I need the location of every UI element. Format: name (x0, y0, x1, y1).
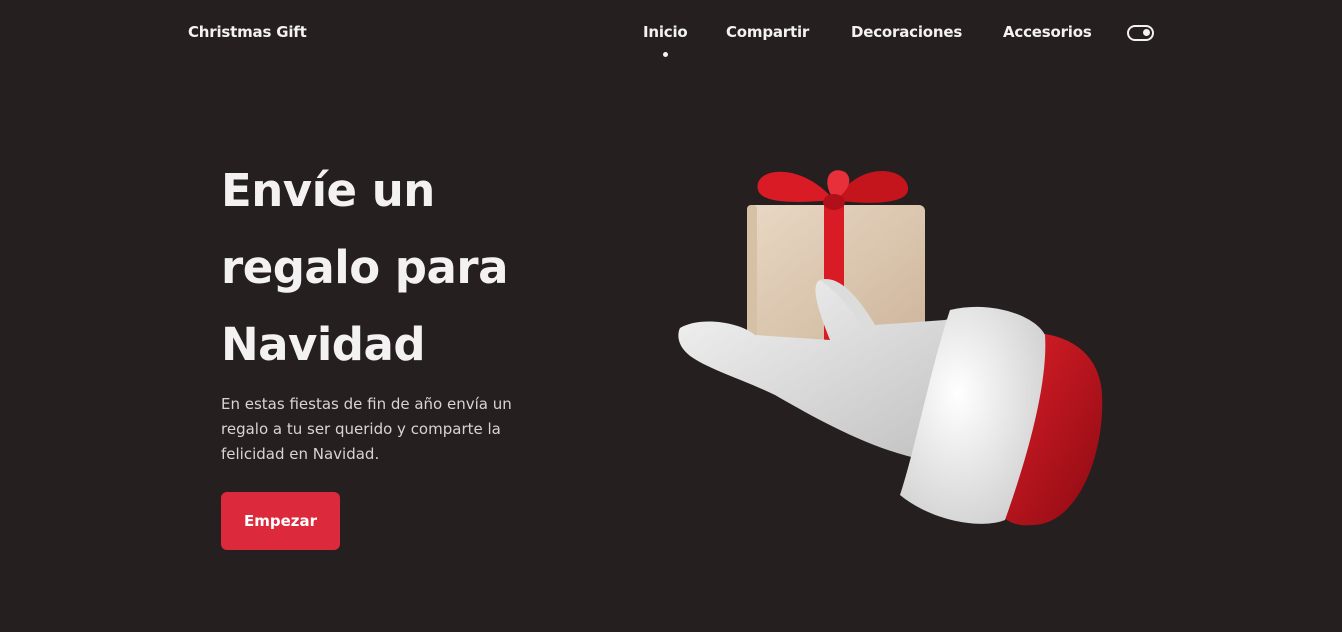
hero-title: Envíe un regalo para Navidad (221, 152, 581, 383)
hero-title-line: Envíe un (221, 164, 435, 217)
hero-description-line: regalo a tu ser querido y comparte la (221, 420, 501, 438)
hero-title-line: regalo para (221, 241, 508, 294)
nav-item-accesorios[interactable]: Accesorios (1003, 23, 1092, 41)
hero-title-line: Navidad (221, 318, 426, 371)
nav-item-inicio[interactable]: Inicio (643, 23, 688, 41)
nav-item-compartir[interactable]: Compartir (726, 23, 809, 41)
nav-item-decoraciones[interactable]: Decoraciones (851, 23, 962, 41)
toggle-icon (1143, 29, 1150, 36)
hero-description-line: En estas fiestas de fin de año envía un (221, 395, 512, 413)
hero-description-line: felicidad en Navidad. (221, 445, 380, 463)
start-button[interactable]: Empezar (221, 492, 340, 550)
site-header: Christmas Gift Inicio Compartir Decoraci… (0, 0, 1342, 66)
hero-description: En estas fiestas de fin de año envía un … (221, 392, 541, 467)
theme-toggle[interactable] (1127, 25, 1154, 41)
active-nav-indicator (663, 52, 668, 57)
santa-glove-gift-image (678, 170, 1103, 526)
